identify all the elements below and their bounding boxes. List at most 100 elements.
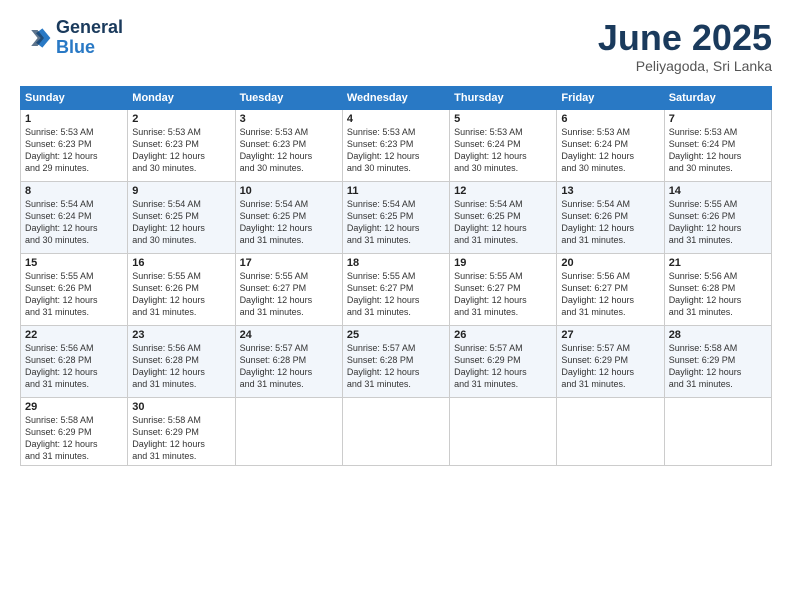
logo: General Blue [20, 18, 123, 58]
calendar-cell: 17Sunrise: 5:55 AM Sunset: 6:27 PM Dayli… [235, 253, 342, 325]
day-info: Sunrise: 5:56 AM Sunset: 6:28 PM Dayligh… [25, 342, 123, 391]
calendar-cell: 25Sunrise: 5:57 AM Sunset: 6:28 PM Dayli… [342, 325, 449, 397]
calendar-cell: 19Sunrise: 5:55 AM Sunset: 6:27 PM Dayli… [450, 253, 557, 325]
weekday-header-monday: Monday [128, 86, 235, 109]
weekday-header-saturday: Saturday [664, 86, 771, 109]
calendar-cell: 12Sunrise: 5:54 AM Sunset: 6:25 PM Dayli… [450, 181, 557, 253]
calendar-week-row: 15Sunrise: 5:55 AM Sunset: 6:26 PM Dayli… [21, 253, 772, 325]
logo-text: General Blue [56, 18, 123, 58]
calendar-cell: 11Sunrise: 5:54 AM Sunset: 6:25 PM Dayli… [342, 181, 449, 253]
day-number: 16 [132, 257, 230, 269]
calendar-cell: 21Sunrise: 5:56 AM Sunset: 6:28 PM Dayli… [664, 253, 771, 325]
day-number: 12 [454, 185, 552, 197]
calendar-cell: 29Sunrise: 5:58 AM Sunset: 6:29 PM Dayli… [21, 397, 128, 466]
calendar-cell: 15Sunrise: 5:55 AM Sunset: 6:26 PM Dayli… [21, 253, 128, 325]
calendar-week-row: 29Sunrise: 5:58 AM Sunset: 6:29 PM Dayli… [21, 397, 772, 466]
calendar-cell: 4Sunrise: 5:53 AM Sunset: 6:23 PM Daylig… [342, 109, 449, 181]
calendar-cell: 1Sunrise: 5:53 AM Sunset: 6:23 PM Daylig… [21, 109, 128, 181]
day-number: 9 [132, 185, 230, 197]
day-number: 28 [669, 329, 767, 341]
day-info: Sunrise: 5:54 AM Sunset: 6:26 PM Dayligh… [561, 198, 659, 247]
day-info: Sunrise: 5:53 AM Sunset: 6:23 PM Dayligh… [132, 126, 230, 175]
page-container: General Blue June 2025 Peliyagoda, Sri L… [0, 0, 792, 476]
day-info: Sunrise: 5:53 AM Sunset: 6:24 PM Dayligh… [454, 126, 552, 175]
day-info: Sunrise: 5:57 AM Sunset: 6:28 PM Dayligh… [240, 342, 338, 391]
calendar-cell: 26Sunrise: 5:57 AM Sunset: 6:29 PM Dayli… [450, 325, 557, 397]
day-number: 3 [240, 113, 338, 125]
calendar-cell: 18Sunrise: 5:55 AM Sunset: 6:27 PM Dayli… [342, 253, 449, 325]
day-number: 24 [240, 329, 338, 341]
logo-icon [20, 22, 52, 54]
day-number: 15 [25, 257, 123, 269]
calendar-cell: 5Sunrise: 5:53 AM Sunset: 6:24 PM Daylig… [450, 109, 557, 181]
day-info: Sunrise: 5:58 AM Sunset: 6:29 PM Dayligh… [25, 414, 123, 463]
day-info: Sunrise: 5:56 AM Sunset: 6:28 PM Dayligh… [132, 342, 230, 391]
month-title: June 2025 [598, 18, 772, 58]
logo-general: General [56, 17, 123, 37]
day-info: Sunrise: 5:53 AM Sunset: 6:24 PM Dayligh… [669, 126, 767, 175]
calendar-cell: 30Sunrise: 5:58 AM Sunset: 6:29 PM Dayli… [128, 397, 235, 466]
day-info: Sunrise: 5:56 AM Sunset: 6:28 PM Dayligh… [669, 270, 767, 319]
calendar-cell: 22Sunrise: 5:56 AM Sunset: 6:28 PM Dayli… [21, 325, 128, 397]
day-number: 21 [669, 257, 767, 269]
location: Peliyagoda, Sri Lanka [598, 58, 772, 74]
calendar-cell: 20Sunrise: 5:56 AM Sunset: 6:27 PM Dayli… [557, 253, 664, 325]
day-info: Sunrise: 5:54 AM Sunset: 6:25 PM Dayligh… [132, 198, 230, 247]
calendar-cell: 6Sunrise: 5:53 AM Sunset: 6:24 PM Daylig… [557, 109, 664, 181]
day-info: Sunrise: 5:55 AM Sunset: 6:26 PM Dayligh… [669, 198, 767, 247]
day-info: Sunrise: 5:54 AM Sunset: 6:25 PM Dayligh… [347, 198, 445, 247]
day-number: 18 [347, 257, 445, 269]
header: General Blue June 2025 Peliyagoda, Sri L… [20, 18, 772, 74]
day-info: Sunrise: 5:55 AM Sunset: 6:26 PM Dayligh… [132, 270, 230, 319]
day-number: 7 [669, 113, 767, 125]
day-info: Sunrise: 5:54 AM Sunset: 6:24 PM Dayligh… [25, 198, 123, 247]
calendar-cell: 23Sunrise: 5:56 AM Sunset: 6:28 PM Dayli… [128, 325, 235, 397]
day-number: 30 [132, 401, 230, 413]
day-info: Sunrise: 5:55 AM Sunset: 6:27 PM Dayligh… [347, 270, 445, 319]
day-number: 2 [132, 113, 230, 125]
calendar-cell: 7Sunrise: 5:53 AM Sunset: 6:24 PM Daylig… [664, 109, 771, 181]
weekday-header-friday: Friday [557, 86, 664, 109]
title-block: June 2025 Peliyagoda, Sri Lanka [598, 18, 772, 74]
day-info: Sunrise: 5:53 AM Sunset: 6:23 PM Dayligh… [240, 126, 338, 175]
day-number: 26 [454, 329, 552, 341]
day-number: 4 [347, 113, 445, 125]
day-number: 19 [454, 257, 552, 269]
calendar-cell [450, 397, 557, 466]
day-number: 6 [561, 113, 659, 125]
calendar-week-row: 22Sunrise: 5:56 AM Sunset: 6:28 PM Dayli… [21, 325, 772, 397]
weekday-header-row: SundayMondayTuesdayWednesdayThursdayFrid… [21, 86, 772, 109]
calendar-cell: 9Sunrise: 5:54 AM Sunset: 6:25 PM Daylig… [128, 181, 235, 253]
day-info: Sunrise: 5:53 AM Sunset: 6:24 PM Dayligh… [561, 126, 659, 175]
day-info: Sunrise: 5:58 AM Sunset: 6:29 PM Dayligh… [132, 414, 230, 463]
day-info: Sunrise: 5:56 AM Sunset: 6:27 PM Dayligh… [561, 270, 659, 319]
weekday-header-thursday: Thursday [450, 86, 557, 109]
day-info: Sunrise: 5:53 AM Sunset: 6:23 PM Dayligh… [347, 126, 445, 175]
calendar-cell: 28Sunrise: 5:58 AM Sunset: 6:29 PM Dayli… [664, 325, 771, 397]
day-number: 1 [25, 113, 123, 125]
calendar-cell: 10Sunrise: 5:54 AM Sunset: 6:25 PM Dayli… [235, 181, 342, 253]
day-number: 27 [561, 329, 659, 341]
day-number: 10 [240, 185, 338, 197]
weekday-header-wednesday: Wednesday [342, 86, 449, 109]
day-info: Sunrise: 5:55 AM Sunset: 6:26 PM Dayligh… [25, 270, 123, 319]
day-number: 13 [561, 185, 659, 197]
day-info: Sunrise: 5:55 AM Sunset: 6:27 PM Dayligh… [240, 270, 338, 319]
calendar-cell: 8Sunrise: 5:54 AM Sunset: 6:24 PM Daylig… [21, 181, 128, 253]
calendar-cell: 16Sunrise: 5:55 AM Sunset: 6:26 PM Dayli… [128, 253, 235, 325]
day-number: 17 [240, 257, 338, 269]
day-info: Sunrise: 5:55 AM Sunset: 6:27 PM Dayligh… [454, 270, 552, 319]
calendar-cell: 13Sunrise: 5:54 AM Sunset: 6:26 PM Dayli… [557, 181, 664, 253]
calendar-cell [342, 397, 449, 466]
day-info: Sunrise: 5:57 AM Sunset: 6:28 PM Dayligh… [347, 342, 445, 391]
calendar-cell [664, 397, 771, 466]
calendar-table: SundayMondayTuesdayWednesdayThursdayFrid… [20, 86, 772, 467]
weekday-header-sunday: Sunday [21, 86, 128, 109]
day-number: 8 [25, 185, 123, 197]
calendar-cell: 3Sunrise: 5:53 AM Sunset: 6:23 PM Daylig… [235, 109, 342, 181]
day-info: Sunrise: 5:54 AM Sunset: 6:25 PM Dayligh… [454, 198, 552, 247]
calendar-cell: 2Sunrise: 5:53 AM Sunset: 6:23 PM Daylig… [128, 109, 235, 181]
logo-blue: Blue [56, 37, 95, 57]
calendar-cell: 24Sunrise: 5:57 AM Sunset: 6:28 PM Dayli… [235, 325, 342, 397]
calendar-cell: 27Sunrise: 5:57 AM Sunset: 6:29 PM Dayli… [557, 325, 664, 397]
